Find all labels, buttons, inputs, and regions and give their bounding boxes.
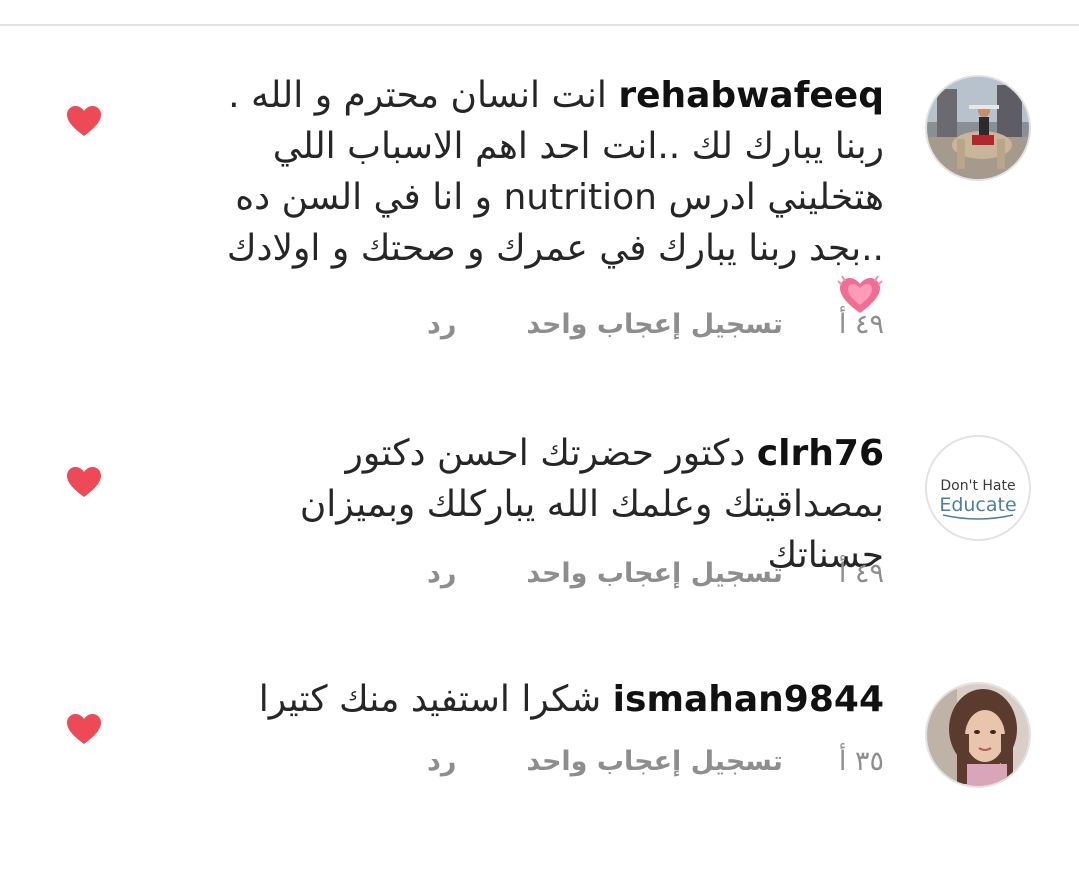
reply-button[interactable]: رد [427,746,456,777]
reply-button[interactable]: رد [427,309,456,340]
reply-button[interactable]: رد [427,558,456,589]
comment-meta: ٤٩ أ تسجيل إعجاب واحد رد [427,309,884,340]
comment-username[interactable]: rehabwafeeq [618,75,884,116]
comment-body: ismahan9844 شكرا استفيد منك كتيرا [184,674,884,725]
likes-count-link[interactable]: تسجيل إعجاب واحد [526,309,783,340]
avatar-logo: Don't Hate Educate [927,437,1029,539]
comment-username[interactable]: ismahan9844 [613,679,884,720]
comment-username[interactable]: clrh76 [757,433,884,474]
comment-meta: ٣٥ أ تسجيل إعجاب واحد رد [427,746,884,777]
likes-count-link[interactable]: تسجيل إعجاب واحد [526,746,783,777]
top-divider [0,24,1079,26]
avatar-photo [927,684,1029,786]
avatar-logo-line1: Don't Hate [940,478,1015,494]
comment-text: شكرا استفيد منك كتيرا [258,679,613,720]
user-avatar[interactable] [925,75,1031,181]
avatar-photo [927,77,1029,179]
user-avatar[interactable]: Don't Hate Educate [925,435,1031,541]
likes-count-link[interactable]: تسجيل إعجاب واحد [526,558,783,589]
like-heart-icon[interactable] [66,713,102,746]
like-heart-icon[interactable] [66,105,102,138]
comment-time: ٤٩ أ [838,309,884,340]
comment-time: ٤٩ أ [838,558,884,589]
like-heart-icon[interactable] [66,466,102,499]
user-avatar[interactable] [925,682,1031,788]
comment-meta: ٤٩ أ تسجيل إعجاب واحد رد [427,558,884,589]
comment-body: rehabwafeeq انت انسان محترم و الله . ربن… [184,70,884,331]
comment-time: ٣٥ أ [838,746,884,777]
avatar-logo-line2: Educate [939,494,1016,516]
